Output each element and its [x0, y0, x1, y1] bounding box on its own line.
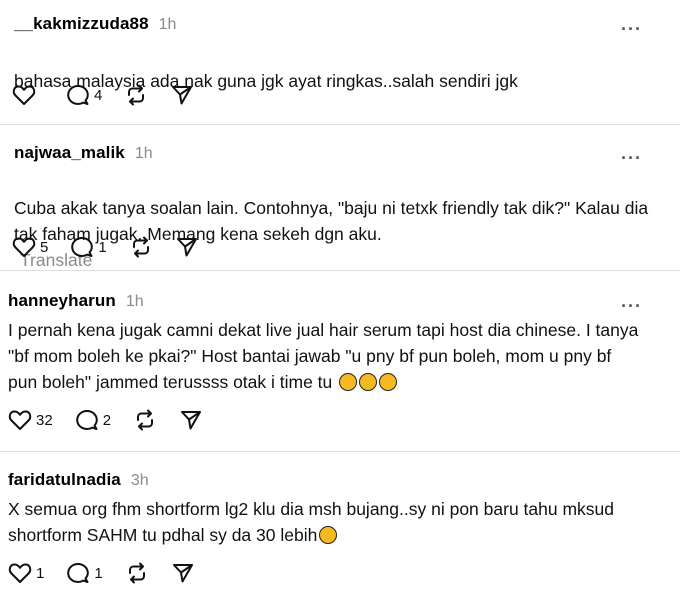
repost-button[interactable]: [129, 236, 153, 258]
heart-icon: [8, 410, 32, 430]
comment-1: __kakmizzuda88 1h ··· bahasa malaysia ad…: [0, 0, 680, 124]
username[interactable]: faridatulnadia: [8, 470, 121, 490]
comment-text-content: I pernah kena jugak camni dekat live jua…: [8, 320, 639, 392]
action-bar: 5 1: [12, 236, 221, 258]
username[interactable]: __kakmizzuda88: [14, 14, 149, 34]
comment-icon: [75, 410, 98, 430]
comment-header: __kakmizzuda88 1h: [14, 14, 176, 34]
reply-button[interactable]: 2: [75, 409, 111, 431]
reply-count: 2: [102, 411, 112, 429]
share-button[interactable]: [175, 236, 199, 258]
rofl-emoji-icon: [359, 373, 378, 391]
reply-count: 1: [98, 238, 107, 256]
reply-count: 1: [94, 564, 103, 582]
more-options-icon[interactable]: ···: [621, 20, 642, 38]
repost-icon: [137, 409, 154, 431]
heart-icon: [8, 563, 32, 583]
send-icon: [172, 86, 193, 105]
like-button[interactable]: 5: [12, 236, 48, 258]
share-button[interactable]: [170, 84, 194, 106]
sweat-smile-emoji-icon: [319, 526, 338, 544]
repost-button[interactable]: [124, 84, 148, 106]
reply-button[interactable]: 1: [70, 236, 107, 258]
send-icon: [172, 564, 193, 583]
like-count: 32: [36, 411, 53, 429]
send-icon: [181, 411, 202, 430]
rofl-emoji-icon: [339, 373, 358, 391]
timestamp: 1h: [125, 293, 144, 310]
like-button[interactable]: 32: [8, 409, 53, 431]
like-button[interactable]: 1: [8, 562, 44, 584]
comment-icon: [67, 85, 89, 105]
username[interactable]: najwaa_malik: [14, 143, 125, 163]
repost-button[interactable]: [125, 562, 149, 584]
repost-icon: [132, 236, 149, 258]
comment-icon: [71, 237, 94, 257]
username[interactable]: hanneyharun: [8, 291, 116, 311]
action-bar: 4: [12, 84, 216, 106]
reply-count: 4: [94, 86, 103, 104]
comment-2: najwaa_malik 1h ··· Cuba akak tanya soal…: [0, 125, 680, 270]
reply-button[interactable]: 1: [66, 562, 103, 584]
comment-icon: [67, 563, 90, 583]
share-button[interactable]: [179, 409, 203, 431]
repost-icon: [128, 562, 145, 584]
like-count: 5: [40, 238, 49, 256]
repost-icon: [128, 84, 145, 106]
timestamp: 3h: [130, 472, 149, 489]
comment-3: hanneyharun 1h ··· I pernah kena jugak c…: [0, 271, 680, 451]
share-button[interactable]: [171, 562, 195, 584]
action-bar: 32 2: [8, 409, 225, 431]
repost-button[interactable]: [133, 409, 157, 431]
timestamp: 1h: [134, 145, 153, 162]
rofl-emoji-icon: [379, 373, 398, 391]
send-icon: [176, 238, 197, 257]
comment-text: X semua org fhm shortform lg2 klu dia ms…: [8, 496, 614, 548]
comment-header: faridatulnadia 3h: [8, 470, 149, 490]
more-options-icon[interactable]: ···: [621, 297, 642, 315]
comment-text-content: X semua org fhm shortform lg2 klu dia ms…: [8, 499, 614, 545]
more-options-icon[interactable]: ···: [621, 149, 642, 167]
comment-header: najwaa_malik 1h: [14, 143, 153, 163]
comment-header: hanneyharun 1h: [8, 291, 144, 311]
comment-text: I pernah kena jugak camni dekat live jua…: [8, 317, 638, 395]
like-count: 1: [36, 564, 45, 582]
comment-4: faridatulnadia 3h X semua org fhm shortf…: [0, 452, 680, 599]
heart-icon: [12, 237, 36, 257]
timestamp: 1h: [158, 16, 177, 33]
like-button[interactable]: [12, 84, 36, 106]
reply-button[interactable]: 4: [66, 84, 102, 106]
action-bar: 1 1: [8, 562, 217, 584]
heart-icon: [12, 85, 36, 105]
